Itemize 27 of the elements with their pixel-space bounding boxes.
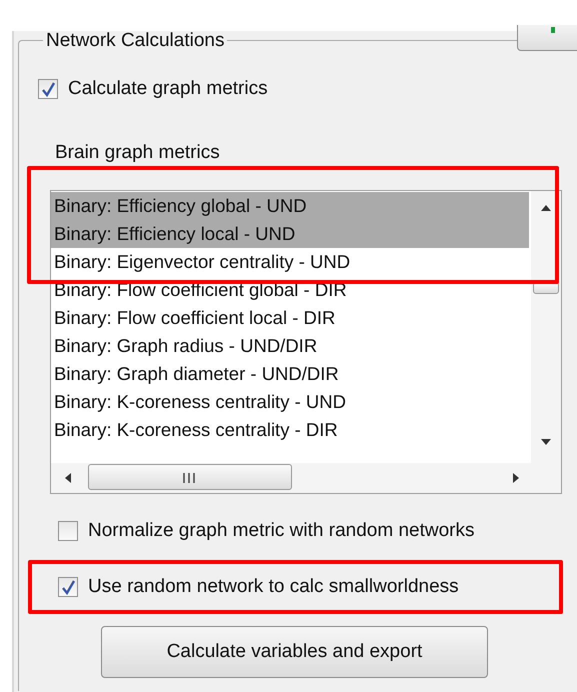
list-item[interactable]: Binary: Eigenvector centrality - UND [51,248,531,276]
checkbox-label: Use random network to calc smallworldness [88,574,459,599]
scroll-thumb[interactable] [88,464,292,490]
scroll-up-icon[interactable] [541,205,551,211]
vertical-scrollbar[interactable] [531,191,561,463]
checkbox-label: Normalize graph metric with random networks [88,518,474,543]
indicator-icon [551,27,555,33]
list-item[interactable]: Binary: Flow coefficient local - DIR [51,304,531,332]
list-item[interactable]: Binary: K-coreness centrality - DIR [51,416,531,444]
list-item[interactable]: Binary: Graph radius - UND/DIR [51,332,531,360]
list-item[interactable]: Binary: Efficiency global - UND [51,192,529,220]
metrics-listbox[interactable] [50,190,562,494]
group-title: Network Calculations [45,31,226,50]
list-label: Brain graph metrics [55,142,220,164]
list-item[interactable]: Binary: K-coreness centrality - UND [51,388,531,416]
scroll-left-icon[interactable] [65,473,71,483]
scroll-right-icon[interactable] [513,473,519,483]
list-item[interactable]: Binary: Graph diameter - UND/DIR [51,360,531,388]
checkbox-label: Calculate graph metrics [68,77,268,101]
toolbar-button[interactable] [517,25,577,51]
horizontal-scrollbar[interactable] [51,463,531,493]
scroll-down-icon[interactable] [541,439,551,445]
checkbox[interactable] [58,577,78,597]
calculate-button[interactable]: Calculate variables and export [101,626,488,678]
checkbox[interactable] [38,79,58,100]
checkbox[interactable] [58,521,78,541]
list-item[interactable]: Binary: Efficiency local - UND [51,220,529,248]
